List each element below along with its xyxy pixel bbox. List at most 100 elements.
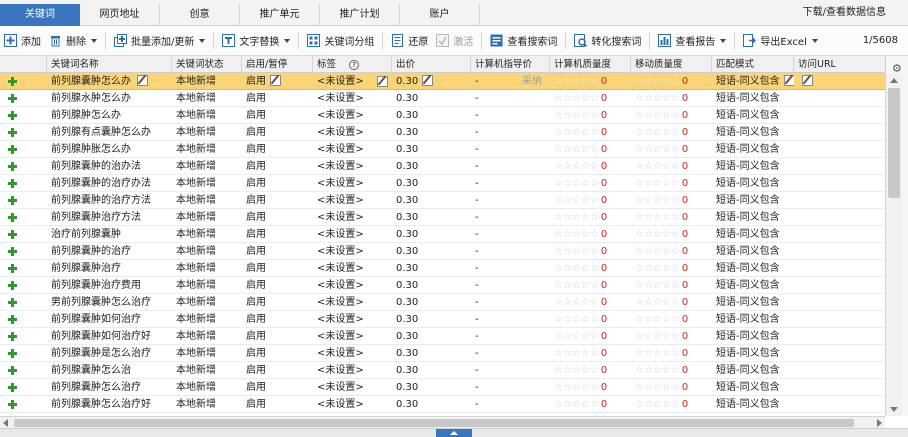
pc-guide-price-cell[interactable]: - [471,260,550,277]
vertical-scroll-thumb[interactable] [888,88,900,198]
edit-icon[interactable] [377,76,388,87]
bid-cell[interactable]: 0.30 [392,277,471,294]
header-enable-pause[interactable]: 启用/暂停 [242,56,313,73]
mobile-quality-cell[interactable]: ☆☆☆☆☆ 0 [631,192,712,209]
expand-plus-icon[interactable] [8,298,17,307]
pc-guide-price-cell[interactable]: - [471,328,550,345]
pc-guide-price-cell[interactable]: - [471,175,550,192]
pc-quality-cell[interactable]: ☆☆☆☆☆ 0 [550,107,631,124]
pc-guide-price-cell[interactable]: - [471,226,550,243]
visit-url-cell[interactable] [794,345,885,362]
mobile-quality-cell[interactable]: ☆☆☆☆☆ 0 [631,311,712,328]
keyword-name-cell[interactable]: 前列腺囊肿怎么治疗 [47,379,172,396]
expand-plus-icon[interactable] [8,400,17,409]
header-bid[interactable]: 出价 [392,56,471,73]
add-button[interactable]: 添加 [0,30,45,52]
bid-cell[interactable]: 0.30 [392,311,471,328]
keyword-group-button[interactable]: 关键词分组 [303,30,378,52]
match-mode-cell[interactable]: 短语-同义包含 [712,396,794,413]
expand-plus-icon[interactable] [8,77,17,86]
scroll-down-icon[interactable] [890,407,898,412]
keyword-name-cell[interactable]: 前列腺囊肿治疗 [47,260,172,277]
keyword-status-cell[interactable]: 本地新增 [172,345,242,362]
enable-pause-cell[interactable]: 启用 [242,192,313,209]
enable-pause-cell[interactable]: 启用 [242,175,313,192]
tag-cell[interactable]: <未设置> [313,158,392,175]
pc-quality-cell[interactable]: ☆☆☆☆☆ 0 [550,73,631,90]
expand-plus-icon[interactable] [8,247,17,256]
enable-pause-cell[interactable]: 启用 [242,243,313,260]
convert-search-terms-button[interactable]: 转化搜索词 [570,30,645,52]
pc-guide-price-cell[interactable]: - [471,277,550,294]
expand-plus-icon[interactable] [8,111,17,120]
keyword-status-cell[interactable]: 本地新增 [172,192,242,209]
visit-url-cell[interactable] [794,328,885,345]
keyword-name-cell[interactable]: 前列腺囊肿的治疗办法 [47,175,172,192]
mobile-quality-cell[interactable]: ☆☆☆☆☆ 0 [631,107,712,124]
activate-button[interactable]: 激活 [432,30,477,52]
expand-panel-handle[interactable] [436,429,472,437]
visit-url-cell[interactable] [794,311,885,328]
tab-account[interactable]: 账户 [400,4,480,26]
enable-pause-cell[interactable]: 启用 [242,294,313,311]
pc-quality-cell[interactable]: ☆☆☆☆☆ 0 [550,396,631,413]
header-tag[interactable]: 标签 ? [313,56,392,73]
pc-guide-price-cell[interactable]: - [471,141,550,158]
pc-guide-price-cell[interactable]: - [471,311,550,328]
edit-icon[interactable] [270,75,281,86]
delete-button[interactable]: 删除 [45,30,101,52]
header-keyword-name[interactable]: 关键词名称 [47,56,172,73]
pc-quality-cell[interactable]: ☆☆☆☆☆ 0 [550,294,631,311]
pc-quality-cell[interactable]: ☆☆☆☆☆ 0 [550,192,631,209]
tab-web-address[interactable]: 网页地址 [80,4,160,26]
tab-ad-unit[interactable]: 推广单元 [240,4,320,26]
table-row[interactable]: 前列腺囊肿如何治疗好 本地新增 启用 <未设置> 0.30- ☆☆☆☆☆ 0 ☆☆☆☆☆ 0 短语… [0,328,885,345]
pc-guide-price-cell[interactable]: - [471,90,550,107]
enable-pause-cell[interactable]: 启用 [242,158,313,175]
bid-cell[interactable]: 0.30 [392,226,471,243]
expand-plus-icon[interactable] [8,366,17,375]
match-mode-cell[interactable]: 短语-同义包含 [712,226,794,243]
match-mode-cell[interactable]: 短语-同义包含 [712,379,794,396]
keyword-name-cell[interactable]: 前列腺水肿怎么办 [47,90,172,107]
enable-pause-cell[interactable]: 启用 [242,379,313,396]
keyword-status-cell[interactable]: 本地新增 [172,277,242,294]
pc-guide-price-cell[interactable]: - [471,107,550,124]
mobile-quality-cell[interactable]: ☆☆☆☆☆ 0 [631,243,712,260]
table-row[interactable]: 前列腺有点囊肿怎么办 本地新增 启用 <未设置> 0.30- ☆☆☆☆☆ 0 ☆☆☆☆☆ 0 短语… [0,124,885,141]
mobile-quality-cell[interactable]: ☆☆☆☆☆ 0 [631,277,712,294]
tag-cell[interactable]: <未设置> [313,141,392,158]
enable-pause-cell[interactable]: 启用 [242,226,313,243]
expand-plus-icon[interactable] [8,128,17,137]
keyword-status-cell[interactable]: 本地新增 [172,396,242,413]
enable-pause-cell[interactable]: 启用 [242,260,313,277]
mobile-quality-cell[interactable]: ☆☆☆☆☆ 0 [631,73,712,90]
view-report-button[interactable]: 查看报告 [654,30,730,52]
pc-quality-cell[interactable]: ☆☆☆☆☆ 0 [550,328,631,345]
keyword-name-cell[interactable]: 前列腺囊肿治疗费用 [47,277,172,294]
visit-url-cell[interactable] [794,260,885,277]
scroll-left-icon[interactable] [3,419,8,427]
keyword-name-cell[interactable]: 前列腺囊肿怎么治 [47,362,172,379]
visit-url-cell[interactable] [794,107,885,124]
keyword-status-cell[interactable]: 本地新增 [172,158,242,175]
bid-cell[interactable]: 0.30 [392,73,471,90]
expand-plus-icon[interactable] [8,145,17,154]
bid-cell[interactable]: 0.30 [392,175,471,192]
edit-icon[interactable] [422,75,434,86]
bid-cell[interactable]: 0.30 [392,141,471,158]
keyword-name-cell[interactable]: 前列腺有点囊肿怎么办 [47,124,172,141]
keyword-name-cell[interactable]: 前列腺囊肿如何治疗 [47,311,172,328]
table-row[interactable]: 前列腺囊肿怎么办 本地新增 启用 <未设置> 0.30- 采纳 ☆☆☆☆☆ 0 ☆☆☆☆☆ 0 短语… [0,73,885,90]
match-mode-cell[interactable]: 短语-同义包含 [712,362,794,379]
pc-quality-cell[interactable]: ☆☆☆☆☆ 0 [550,311,631,328]
enable-pause-cell[interactable]: 启用 [242,107,313,124]
enable-pause-cell[interactable]: 启用 [242,345,313,362]
pc-quality-cell[interactable]: ☆☆☆☆☆ 0 [550,226,631,243]
pc-guide-price-cell[interactable]: - [471,243,550,260]
pc-guide-price-cell[interactable]: - [471,192,550,209]
pc-quality-cell[interactable]: ☆☆☆☆☆ 0 [550,209,631,226]
pc-quality-cell[interactable]: ☆☆☆☆☆ 0 [550,175,631,192]
header-mobile-quality[interactable]: 移动质量度 [631,56,712,73]
chevron-down-icon[interactable] [811,38,818,43]
